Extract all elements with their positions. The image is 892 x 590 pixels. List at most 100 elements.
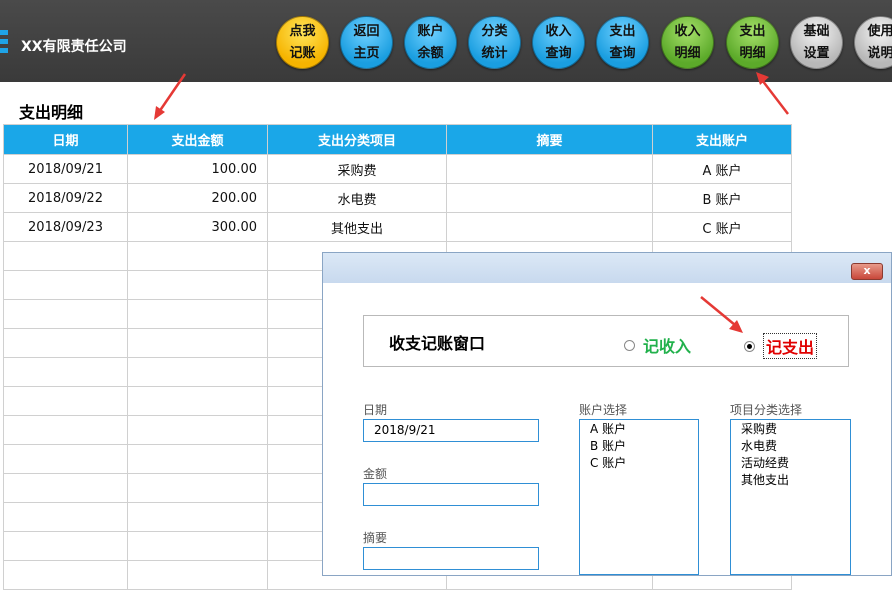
table-cell-empty[interactable] <box>127 444 268 474</box>
column-header-amount[interactable]: 支出金额 <box>127 124 268 155</box>
radio-selected-icon[interactable] <box>744 340 755 352</box>
nav-button-income-query[interactable]: 收入 查询 <box>532 16 585 69</box>
nav-button-basic-settings[interactable]: 基础 设置 <box>790 16 843 69</box>
table-cell-empty[interactable] <box>3 531 128 561</box>
table-cell-empty[interactable] <box>127 241 268 271</box>
date-label: 日期 <box>363 403 388 417</box>
radio-expense-label[interactable]: 记支出 <box>763 333 818 359</box>
cell-amount[interactable]: 200.00 <box>127 183 268 213</box>
nav-label-line1: 账户 <box>417 23 444 39</box>
cell-memo[interactable] <box>446 212 653 242</box>
list-item[interactable]: 采购费 <box>741 421 840 438</box>
nav-button-account-balance[interactable]: 账户 余额 <box>404 16 457 69</box>
table-cell-empty[interactable] <box>3 560 128 590</box>
cell-category[interactable]: 采购费 <box>267 154 447 184</box>
memo-field[interactable] <box>363 547 539 570</box>
nav-label-line2: 设置 <box>803 45 830 61</box>
table-cell-empty[interactable] <box>127 473 268 503</box>
cell-account[interactable]: A 账户 <box>652 154 792 184</box>
annotation-arrow-icon <box>700 296 743 333</box>
list-item[interactable]: 活动经费 <box>741 455 840 472</box>
nav-button-category-stats[interactable]: 分类 统计 <box>468 16 521 69</box>
table-row[interactable]: 2018/09/22 200.00 水电费 B 账户 <box>3 183 792 213</box>
radio-income-label[interactable]: 记收入 <box>643 333 691 357</box>
table-cell-empty[interactable] <box>3 415 128 445</box>
nav-button-record[interactable]: 点我 记账 <box>276 16 329 69</box>
table-cell-empty[interactable] <box>127 386 268 416</box>
logo-icon <box>0 30 8 54</box>
table-cell-empty[interactable] <box>127 328 268 358</box>
table-header-row: 日期 支出金额 支出分类项目 摘要 支出账户 <box>3 124 792 155</box>
table-row[interactable]: 2018/09/21 100.00 采购费 A 账户 <box>3 154 792 184</box>
table-cell-empty[interactable] <box>3 502 128 532</box>
table-cell-empty[interactable] <box>3 270 128 300</box>
company-name: XX有限责任公司 <box>21 39 127 55</box>
dialog-body: 收支记账窗口 记收入 记支出 日期 2018/9/21 金额 摘要 账户选择 A… <box>323 283 891 575</box>
table-cell-empty[interactable] <box>127 502 268 532</box>
radio-circle-icon[interactable] <box>624 339 635 351</box>
amount-label: 金额 <box>363 467 388 481</box>
nav-label-line2: 统计 <box>481 45 508 61</box>
nav-label-line2: 明细 <box>739 45 766 61</box>
amount-field[interactable] <box>363 483 539 506</box>
category-select-label: 项目分类选择 <box>730 403 803 417</box>
dialog-title: 收支记账窗口 <box>389 334 486 353</box>
list-item[interactable]: 其他支出 <box>741 472 840 489</box>
list-item[interactable]: A 账户 <box>590 421 688 438</box>
nav-label-line1: 分类 <box>481 23 508 39</box>
nav-label-line2: 记账 <box>289 45 316 61</box>
account-listbox[interactable]: A 账户 B 账户 C 账户 <box>579 419 699 575</box>
nav-label-line2: 主页 <box>353 45 380 61</box>
nav-button-instructions[interactable]: 使用 说明 <box>854 16 892 69</box>
nav-button-expense-detail[interactable]: 支出 明细 <box>726 16 779 69</box>
nav-button-expense-query[interactable]: 支出 查询 <box>596 16 649 69</box>
table-cell-empty[interactable] <box>3 241 128 271</box>
table-cell-empty[interactable] <box>127 299 268 329</box>
account-select-label: 账户选择 <box>579 403 628 417</box>
table-cell-empty[interactable] <box>127 415 268 445</box>
cell-date[interactable]: 2018/09/23 <box>3 212 128 242</box>
cell-date[interactable]: 2018/09/22 <box>3 183 128 213</box>
cell-category[interactable]: 水电费 <box>267 183 447 213</box>
table-cell-empty[interactable] <box>127 560 268 590</box>
table-cell-empty[interactable] <box>3 357 128 387</box>
table-cell-empty[interactable] <box>3 444 128 474</box>
section-title: 支出明细 <box>19 103 84 122</box>
table-cell-empty[interactable] <box>127 270 268 300</box>
cell-account[interactable]: C 账户 <box>652 212 792 242</box>
column-header-date[interactable]: 日期 <box>3 124 128 155</box>
radio-income[interactable]: 记收入 <box>624 333 691 357</box>
cell-amount[interactable]: 100.00 <box>127 154 268 184</box>
radio-expense[interactable]: 记支出 <box>744 333 818 359</box>
table-cell-empty[interactable] <box>127 531 268 561</box>
dialog-titlebar[interactable]: x <box>323 253 891 283</box>
cell-account[interactable]: B 账户 <box>652 183 792 213</box>
category-listbox[interactable]: 采购费 水电费 活动经费 其他支出 <box>730 419 851 575</box>
cell-memo[interactable] <box>446 183 653 213</box>
list-item[interactable]: B 账户 <box>590 438 688 455</box>
cell-amount[interactable]: 300.00 <box>127 212 268 242</box>
close-button[interactable]: x <box>851 263 883 280</box>
column-header-memo[interactable]: 摘要 <box>446 124 653 155</box>
nav-label-line2: 查询 <box>609 45 636 61</box>
table-cell-empty[interactable] <box>127 357 268 387</box>
nav-label-line2: 说明 <box>867 45 892 61</box>
table-row[interactable]: 2018/09/23 300.00 其他支出 C 账户 <box>3 212 792 242</box>
column-header-account[interactable]: 支出账户 <box>652 124 792 155</box>
list-item[interactable]: C 账户 <box>590 455 688 472</box>
annotation-arrow-icon <box>756 72 789 115</box>
date-field[interactable]: 2018/9/21 <box>363 419 539 442</box>
table-cell-empty[interactable] <box>3 473 128 503</box>
nav-button-home[interactable]: 返回 主页 <box>340 16 393 69</box>
table-cell-empty[interactable] <box>3 299 128 329</box>
cell-memo[interactable] <box>446 154 653 184</box>
cell-category[interactable]: 其他支出 <box>267 212 447 242</box>
column-header-category[interactable]: 支出分类项目 <box>267 124 447 155</box>
nav-button-income-detail[interactable]: 收入 明细 <box>661 16 714 69</box>
nav-label-line2: 明细 <box>674 45 701 61</box>
nav-label-line1: 支出 <box>609 23 636 39</box>
table-cell-empty[interactable] <box>3 328 128 358</box>
table-cell-empty[interactable] <box>3 386 128 416</box>
list-item[interactable]: 水电费 <box>741 438 840 455</box>
cell-date[interactable]: 2018/09/21 <box>3 154 128 184</box>
